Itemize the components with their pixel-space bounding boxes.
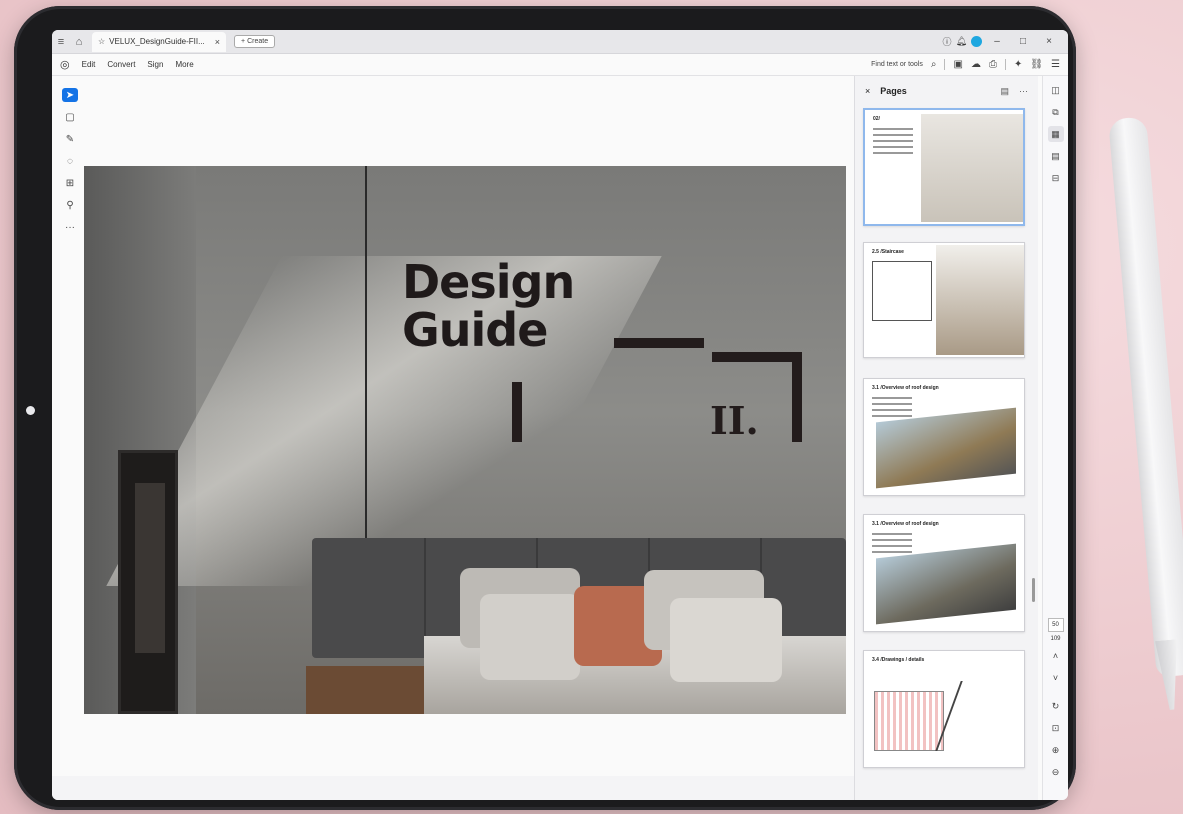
tab-bar: ≡ ⌂ ☆ VELUX_DesignGuide-FII... × + Creat… xyxy=(52,30,1068,54)
page-thumbnail[interactable]: 3.1 /Overview of roof design xyxy=(863,378,1025,496)
comment-icon[interactable]: ▢ xyxy=(62,110,78,124)
pages-panel-title: Pages xyxy=(880,86,907,96)
thumbnail-title: 2.5 /Staircase xyxy=(872,249,904,255)
page-thumbnail[interactable]: 02/ xyxy=(863,108,1025,226)
text-box-icon[interactable]: ⊞ xyxy=(62,176,78,190)
graphic-bar xyxy=(792,352,802,442)
divider xyxy=(1004,59,1006,70)
upload-cloud-icon[interactable]: ☁ xyxy=(971,59,981,70)
zoom-out-icon[interactable]: ⊖ xyxy=(1048,764,1064,780)
thumbnail-diagram xyxy=(876,407,1016,489)
insert-page-icon[interactable]: ▤ xyxy=(1000,86,1009,97)
menu-convert[interactable]: Convert xyxy=(107,60,135,69)
heading-line-2: Guide xyxy=(402,303,548,357)
storage-icon[interactable]: ☰ xyxy=(1051,59,1060,70)
graphic-bar xyxy=(512,382,522,442)
tab-close-icon[interactable]: × xyxy=(215,37,220,47)
more-options-icon[interactable]: ··· xyxy=(1019,86,1028,97)
document-page[interactable]: Design Guide II. xyxy=(84,166,846,714)
menu-sign[interactable]: Sign xyxy=(147,60,163,69)
divider xyxy=(944,59,946,70)
chevron-down-icon[interactable]: ˅ xyxy=(1048,670,1064,686)
hamburger-menu-icon[interactable]: ≡ xyxy=(52,33,70,51)
pendant-cord xyxy=(365,166,367,596)
ai-assistant-icon[interactable]: ✦ xyxy=(1014,59,1022,70)
find-text-field[interactable]: Find text or tools xyxy=(871,61,923,68)
thumbnail-drawing xyxy=(935,681,1001,751)
bookmarks-icon[interactable]: ⊟ xyxy=(1048,170,1064,186)
stamp-icon[interactable]: ⚲ xyxy=(62,198,78,212)
thumbnail-title: 3.1 /Overview of roof design xyxy=(872,385,939,391)
thumbnail-image xyxy=(921,114,1023,222)
home-icon[interactable]: ⌂ xyxy=(70,33,88,51)
heading-line-1: Design xyxy=(402,255,575,309)
chevron-up-icon[interactable]: ˄ xyxy=(1048,648,1064,664)
acrobat-logo-icon[interactable]: ◎ xyxy=(60,58,70,71)
viewer-bottom-area xyxy=(52,776,854,800)
menu-edit[interactable]: Edit xyxy=(82,60,96,69)
zoom-in-icon[interactable]: ⊕ xyxy=(1048,742,1064,758)
more-tools-icon[interactable]: ··· xyxy=(62,220,78,234)
stove xyxy=(118,450,178,714)
thumbnail-title: 3.4 /Drawings / details xyxy=(872,657,925,663)
bell-icon[interactable]: 🔔︎ xyxy=(956,36,967,47)
page-thumbnail[interactable]: 3.4 /Drawings / details xyxy=(863,650,1025,768)
lasso-icon[interactable]: ◌ xyxy=(62,154,78,168)
comments-icon[interactable]: ◫ xyxy=(1048,82,1064,98)
star-icon[interactable]: ☆ xyxy=(98,37,105,46)
pillow xyxy=(670,598,782,682)
tablet-device: ≡ ⌂ ☆ VELUX_DesignGuide-FII... × + Creat… xyxy=(14,6,1076,810)
save-icon[interactable]: ▣ xyxy=(953,59,962,70)
create-button[interactable]: + Create xyxy=(234,35,276,48)
thumbnail-title: 02/ xyxy=(873,116,880,122)
print-icon[interactable]: ⎙ xyxy=(989,59,997,70)
nightstand xyxy=(306,666,424,714)
thumbnail-title: 3.1 /Overview of roof design xyxy=(872,521,939,527)
pillow xyxy=(480,594,580,680)
minimize-button[interactable]: – xyxy=(986,36,1008,47)
camera-dot xyxy=(26,406,35,415)
close-window-button[interactable]: × xyxy=(1038,36,1060,47)
tab-title: VELUX_DesignGuide-FII... xyxy=(109,37,205,46)
page-thumbnail[interactable]: 2.5 /Staircase xyxy=(863,242,1025,358)
panel-scrollbar[interactable] xyxy=(1032,578,1035,602)
select-cursor-icon[interactable]: ➤ xyxy=(62,88,78,102)
thumbnail-drawing xyxy=(872,261,932,321)
attachments-icon[interactable]: ▤ xyxy=(1048,148,1064,164)
right-tool-rail: ◫ ⧉ ▦ ▤ ⊟ 50 109 ˄ ˅ ↻ ⊡ ⊕ ⊖ xyxy=(1042,76,1068,800)
close-panel-icon[interactable]: × xyxy=(865,86,870,96)
thumbnail-diagram xyxy=(876,543,1016,625)
graphic-bar xyxy=(712,352,802,362)
avatar[interactable] xyxy=(971,36,982,47)
menu-more[interactable]: More xyxy=(175,60,193,69)
pages-grid-icon[interactable]: ▦ xyxy=(1047,126,1064,142)
stylus-pencil xyxy=(1108,116,1183,678)
current-page-field[interactable]: 50 xyxy=(1047,618,1064,632)
roman-numeral: II. xyxy=(710,398,759,443)
refresh-icon[interactable]: ↻ xyxy=(1048,698,1064,714)
total-pages: 109 xyxy=(1050,636,1061,642)
graphic-bar xyxy=(614,338,704,348)
tool-rail: ➤ ▢ ✎ ◌ ⊞ ⚲ ··· xyxy=(58,84,82,234)
menu-bar: ◎ Edit Convert Sign More Find text or to… xyxy=(52,54,1068,76)
thumbnail-drawing xyxy=(874,691,944,751)
page-thumbnail[interactable]: 3.1 /Overview of roof design xyxy=(863,514,1025,632)
maximize-button[interactable]: □ xyxy=(1012,36,1034,47)
pages-panel-header: × Pages ▤ ··· xyxy=(855,76,1038,106)
thumbnail-image xyxy=(936,245,1024,355)
pen-icon[interactable]: ✎ xyxy=(62,132,78,146)
search-icon[interactable]: ⌕ xyxy=(931,59,937,70)
design-guide-heading: Design Guide xyxy=(402,255,575,357)
page-fit-icon[interactable]: ⊡ xyxy=(1048,720,1064,736)
app-window: ≡ ⌂ ☆ VELUX_DesignGuide-FII... × + Creat… xyxy=(52,30,1068,800)
help-icon[interactable]: ⓘ xyxy=(943,35,952,48)
document-tab[interactable]: ☆ VELUX_DesignGuide-FII... × xyxy=(92,31,227,52)
pages-panel: × Pages ▤ ··· 02/ 2.5 /Staircase 3.1 /Ov… xyxy=(854,76,1038,800)
share-icon[interactable]: ⧉ xyxy=(1048,104,1064,120)
link-icon[interactable]: ⛓ xyxy=(1030,59,1043,70)
